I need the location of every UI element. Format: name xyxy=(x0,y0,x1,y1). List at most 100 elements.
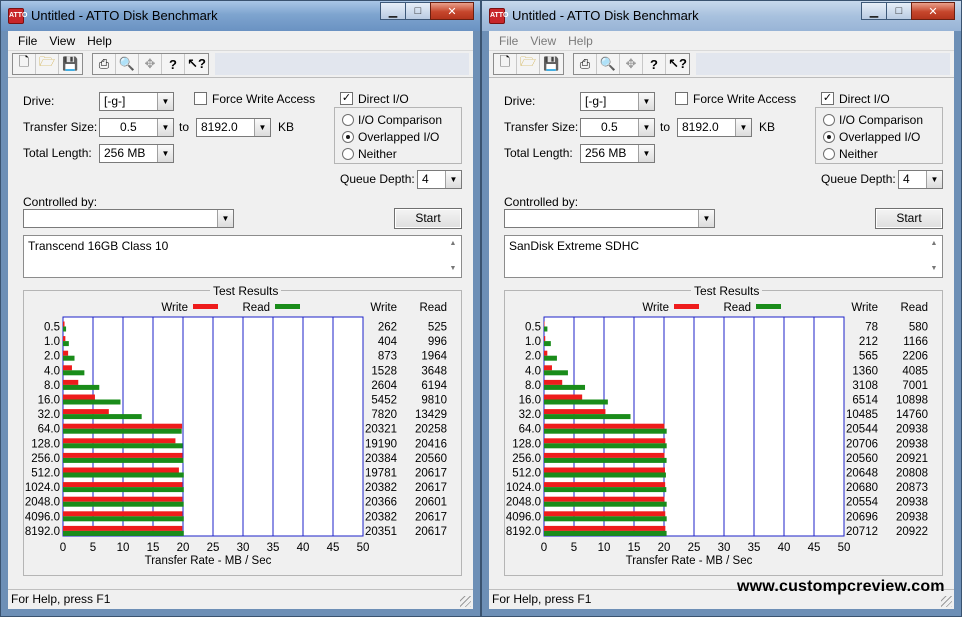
menu-file[interactable]: File xyxy=(493,34,524,48)
write-bar xyxy=(544,511,666,517)
close-button[interactable]: ✕ xyxy=(430,2,474,20)
toolbar: 🗋 🗁 💾 ⎙ 🔍 ✥ ? ↖? xyxy=(489,51,954,78)
overlapped-io-radio[interactable] xyxy=(342,131,354,143)
write-value-label: 20696 xyxy=(846,511,878,523)
y-tick-label: 4096.0 xyxy=(506,511,541,523)
help-button[interactable]: ? xyxy=(162,54,185,74)
write-column-header: Write xyxy=(851,302,878,314)
write-value-label: 3108 xyxy=(852,380,878,392)
direct-io-checkbox[interactable]: ✓ xyxy=(340,92,353,105)
transfer-size-from-select[interactable]: 0.5 ▼ xyxy=(99,118,174,137)
menu-view[interactable]: View xyxy=(43,34,81,48)
transfer-size-from-select[interactable]: 0.5 ▼ xyxy=(580,118,655,137)
description-textbox[interactable]: Transcend 16GB Class 10 ▲ ▼ xyxy=(23,235,462,278)
read-bar xyxy=(63,501,184,507)
read-value-label: 1166 xyxy=(903,336,928,348)
queue-depth-select[interactable]: 4 ▼ xyxy=(417,170,462,189)
move-icon: ✥ xyxy=(625,56,637,71)
read-value-label: 20938 xyxy=(896,424,928,436)
controlled-by-select[interactable]: ▼ xyxy=(23,209,234,228)
read-bar xyxy=(63,326,67,332)
resize-grip-icon[interactable] xyxy=(941,596,952,607)
chevron-down-icon: ▼ xyxy=(926,171,942,188)
open-button[interactable]: 🗁 xyxy=(36,54,59,74)
write-bar xyxy=(544,336,546,342)
controlled-by-select[interactable]: ▼ xyxy=(504,209,715,228)
y-tick-label: 32.0 xyxy=(519,409,541,421)
print-preview-button[interactable]: 🔍 xyxy=(116,54,139,74)
context-help-icon: ↖? xyxy=(187,56,206,71)
force-write-checkbox[interactable] xyxy=(675,92,688,105)
read-value-label: 4085 xyxy=(902,365,928,377)
x-tick-label: 5 xyxy=(90,542,96,554)
help-button[interactable]: ? xyxy=(643,54,666,74)
write-value-label: 20680 xyxy=(846,482,878,494)
y-tick-label: 64.0 xyxy=(38,424,60,436)
maximize-button[interactable]: □ xyxy=(405,2,431,20)
transfer-size-to-select[interactable]: 8192.0 ▼ xyxy=(196,118,271,137)
read-bar xyxy=(63,516,184,522)
move-button[interactable]: ✥ xyxy=(139,54,162,74)
overlapped-io-radio[interactable] xyxy=(823,131,835,143)
menu-view[interactable]: View xyxy=(524,34,562,48)
maximize-button[interactable]: □ xyxy=(886,2,912,20)
start-button[interactable]: Start xyxy=(394,208,462,229)
write-value-label: 7820 xyxy=(371,409,397,421)
read-value-label: 525 xyxy=(428,322,447,334)
force-write-checkbox[interactable] xyxy=(194,92,207,105)
write-value-label: 20382 xyxy=(365,511,397,523)
title-bar[interactable]: ATTO Untitled - ATTO Disk Benchmark ▁ □ … xyxy=(1,1,480,31)
read-value-label: 20416 xyxy=(415,438,447,450)
legend-read-label: Read xyxy=(724,302,752,314)
read-value-label: 20873 xyxy=(896,482,928,494)
y-tick-label: 8192.0 xyxy=(25,526,60,538)
new-button[interactable]: 🗋 xyxy=(494,54,517,74)
scroll-up-icon[interactable]: ▲ xyxy=(927,238,941,250)
test-results-panel: Test Results Write Read Write Read 0 5 10 15 20 2… xyxy=(23,284,462,576)
x-tick-label: 30 xyxy=(718,542,731,554)
context-help-button[interactable]: ↖? xyxy=(666,54,689,74)
queue-depth-value: 4 xyxy=(903,172,910,186)
read-column-header: Read xyxy=(420,302,448,314)
context-help-button[interactable]: ↖? xyxy=(185,54,208,74)
minimize-button[interactable]: ▁ xyxy=(380,2,406,20)
x-tick-label: 15 xyxy=(628,542,641,554)
y-tick-label: 4096.0 xyxy=(25,511,60,523)
io-comparison-radio[interactable] xyxy=(342,114,354,126)
write-bar xyxy=(63,467,179,473)
move-button[interactable]: ✥ xyxy=(620,54,643,74)
menu-help[interactable]: Help xyxy=(81,34,118,48)
scroll-down-icon[interactable]: ▼ xyxy=(927,263,941,275)
transfer-size-to-select[interactable]: 8192.0 ▼ xyxy=(677,118,752,137)
start-button[interactable]: Start xyxy=(875,208,943,229)
description-textbox[interactable]: SanDisk Extreme SDHC ▲ ▼ xyxy=(504,235,943,278)
new-button[interactable]: 🗋 xyxy=(13,54,36,74)
title-bar[interactable]: ATTO Untitled - ATTO Disk Benchmark ▁ □ … xyxy=(482,1,961,31)
print-button[interactable]: ⎙ xyxy=(93,54,116,74)
open-button[interactable]: 🗁 xyxy=(517,54,540,74)
scroll-down-icon[interactable]: ▼ xyxy=(446,263,460,275)
close-button[interactable]: ✕ xyxy=(911,2,955,20)
x-tick-label: 40 xyxy=(297,542,310,554)
drive-select[interactable]: [-g-] ▼ xyxy=(99,92,174,111)
neither-radio[interactable] xyxy=(823,148,835,160)
resize-grip-icon[interactable] xyxy=(460,596,471,607)
drive-select[interactable]: [-g-] ▼ xyxy=(580,92,655,111)
total-length-select[interactable]: 256 MB ▼ xyxy=(580,144,655,163)
y-tick-label: 0.5 xyxy=(44,322,60,334)
direct-io-checkbox[interactable]: ✓ xyxy=(821,92,834,105)
print-preview-button[interactable]: 🔍 xyxy=(597,54,620,74)
queue-depth-select[interactable]: 4 ▼ xyxy=(898,170,943,189)
minimize-button[interactable]: ▁ xyxy=(861,2,887,20)
menu-file[interactable]: File xyxy=(12,34,43,48)
save-button[interactable]: 💾 xyxy=(540,54,563,74)
print-button[interactable]: ⎙ xyxy=(574,54,597,74)
neither-radio[interactable] xyxy=(342,148,354,160)
read-value-label: 20560 xyxy=(415,453,447,465)
io-comparison-radio[interactable] xyxy=(823,114,835,126)
menu-help[interactable]: Help xyxy=(562,34,599,48)
save-button[interactable]: 💾 xyxy=(59,54,82,74)
status-text: For Help, press F1 xyxy=(11,592,111,606)
scroll-up-icon[interactable]: ▲ xyxy=(446,238,460,250)
total-length-select[interactable]: 256 MB ▼ xyxy=(99,144,174,163)
